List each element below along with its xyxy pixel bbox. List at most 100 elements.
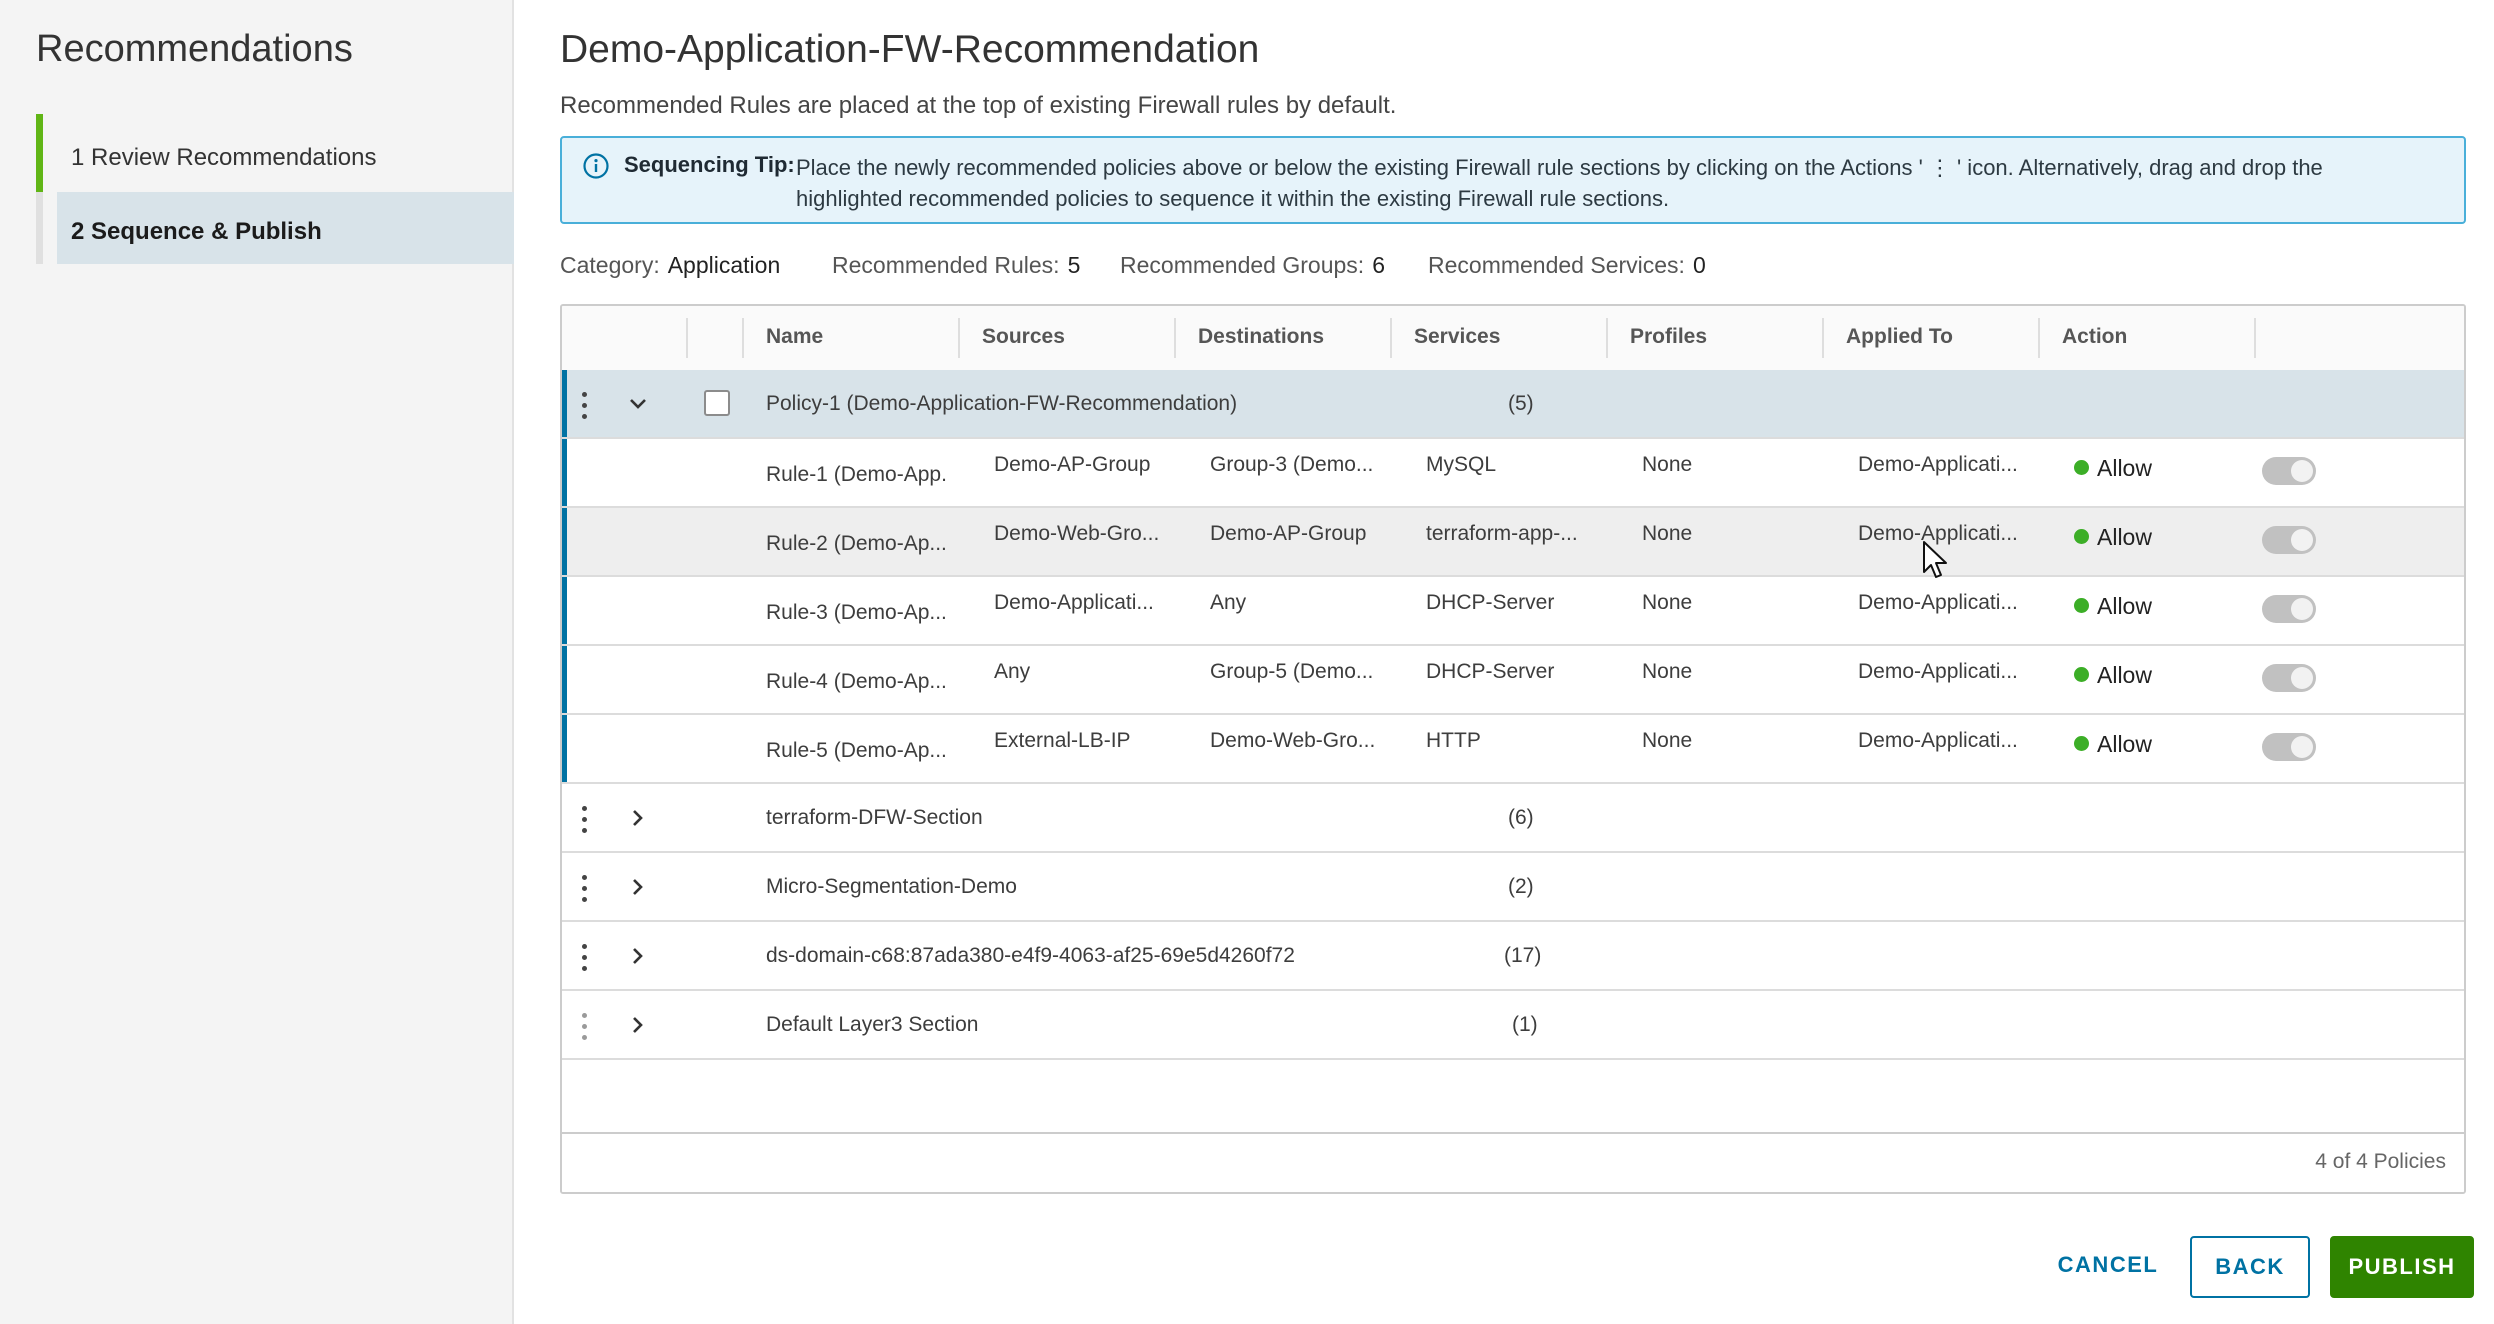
rule-sources[interactable]: Demo-AP-Group — [994, 453, 1174, 477]
rule-action[interactable]: Allow — [2074, 593, 2152, 620]
rule-action[interactable]: Allow — [2074, 524, 2152, 551]
section-row[interactable]: ds-domain-c68:87ada380-e4f9-4063-af25-69… — [562, 922, 2464, 991]
wizard-step-review[interactable]: 1 Review Recommendations — [36, 114, 512, 192]
policy-row-expanded[interactable]: Policy-1 (Demo-Application-FW-Recommenda… — [562, 370, 2464, 439]
rule-name: Rule-2 (Demo-Ap... — [766, 532, 946, 555]
page-title: Demo-Application-FW-Recommendation — [560, 28, 1260, 71]
rule-services[interactable]: MySQL — [1426, 453, 1606, 477]
cancel-button[interactable]: CANCEL — [2046, 1236, 2170, 1298]
kebab-menu-icon[interactable] — [582, 392, 588, 420]
rule-services[interactable]: terraform-app-... — [1426, 522, 1606, 546]
rule-applied-to[interactable]: Demo-Applicati... — [1858, 729, 2038, 753]
rule-services[interactable]: DHCP-Server — [1426, 591, 1606, 615]
rule-destinations[interactable]: Demo-Web-Gro... — [1210, 729, 1390, 753]
section-name: terraform-DFW-Section — [766, 806, 983, 829]
recommended-highlight-bar — [562, 370, 567, 437]
grid-header: Name Sources Destinations Services Profi… — [562, 306, 2464, 372]
column-header-services[interactable]: Services — [1414, 325, 1500, 349]
rule-applied-to[interactable]: Demo-Applicati... — [1858, 591, 2038, 615]
column-separator — [1822, 318, 1824, 358]
rule-action[interactable]: Allow — [2074, 455, 2152, 482]
recommended-highlight-bar — [562, 646, 567, 713]
rule-destinations[interactable]: Group-3 (Demo... — [1210, 453, 1390, 477]
column-separator — [1174, 318, 1176, 358]
allow-status-dot — [2074, 667, 2089, 683]
rule-sources[interactable]: Demo-Web-Gro... — [994, 522, 1174, 546]
section-rule-count: (6) — [1508, 806, 1534, 829]
tip-text: Place the newly recommended policies abo… — [796, 155, 2323, 211]
rule-name: Rule-1 (Demo-App... — [766, 463, 946, 486]
allow-status-dot — [2074, 460, 2089, 476]
chevron-right-icon[interactable] — [624, 1011, 652, 1039]
column-separator — [686, 318, 688, 358]
recommended-highlight-bar — [562, 577, 567, 644]
wizard-step-sequence-publish[interactable]: 2 Sequence & Publish — [36, 192, 514, 264]
rule-destinations[interactable]: Group-5 (Demo... — [1210, 660, 1390, 684]
kebab-menu-icon[interactable] — [582, 944, 588, 972]
rule-enable-toggle[interactable] — [2262, 526, 2316, 554]
column-header-applied-to[interactable]: Applied To — [1846, 325, 1953, 349]
rule-profiles: None — [1642, 729, 1693, 752]
kebab-menu-icon[interactable] — [582, 875, 588, 903]
column-separator — [742, 318, 744, 358]
chevron-down-icon[interactable] — [624, 390, 652, 418]
rule-enable-toggle[interactable] — [2262, 733, 2316, 761]
rule-enable-toggle[interactable] — [2262, 457, 2316, 485]
back-button[interactable]: BACK — [2190, 1236, 2310, 1298]
summary-services-label: Recommended Services: — [1428, 252, 1685, 278]
sidebar-title: Recommendations — [36, 28, 353, 70]
rule-applied-to[interactable]: Demo-Applicati... — [1858, 453, 2038, 477]
rule-enable-toggle[interactable] — [2262, 664, 2316, 692]
summary-groups-label: Recommended Groups: — [1120, 252, 1365, 278]
rule-sources[interactable]: Demo-Applicati... — [994, 591, 1174, 615]
rule-enable-toggle[interactable] — [2262, 595, 2316, 623]
column-header-destinations[interactable]: Destinations — [1198, 325, 1324, 349]
rule-name: Rule-4 (Demo-Ap... — [766, 670, 946, 693]
recommended-highlight-bar — [562, 715, 567, 782]
section-row[interactable]: Default Layer3 Section (1) — [562, 991, 2464, 1060]
summary-rules: Recommended Rules: 5 — [832, 252, 1080, 279]
rule-row[interactable]: Rule-1 (Demo-App... Demo-AP-Group Group-… — [562, 439, 2464, 508]
column-header-profiles[interactable]: Profiles — [1630, 325, 1707, 349]
column-header-sources[interactable]: Sources — [982, 325, 1065, 349]
summary-services: Recommended Services: 0 — [1428, 252, 1706, 279]
rule-action-label: Allow — [2097, 593, 2152, 619]
rule-destinations[interactable]: Demo-AP-Group — [1210, 522, 1390, 546]
rule-destinations[interactable]: Any — [1210, 591, 1390, 615]
summary-category: Category: Application — [560, 252, 780, 279]
rule-profiles: None — [1642, 591, 1693, 614]
rule-name: Rule-5 (Demo-Ap... — [766, 739, 946, 762]
column-separator — [1390, 318, 1392, 358]
rule-action-label: Allow — [2097, 524, 2152, 550]
tip-label: Sequencing Tip: — [624, 152, 795, 177]
rule-profiles: None — [1642, 522, 1693, 545]
chevron-right-icon[interactable] — [624, 942, 652, 970]
policy-rule-count: (5) — [1508, 392, 1534, 415]
column-header-name[interactable]: Name — [766, 325, 823, 349]
sequencing-tip-banner: Sequencing Tip: Place the newly recommen… — [560, 136, 2466, 224]
rule-applied-to[interactable]: Demo-Applicati... — [1858, 660, 2038, 684]
rule-action[interactable]: Allow — [2074, 731, 2152, 758]
page-subtitle: Recommended Rules are placed at the top … — [560, 92, 1397, 119]
rule-row[interactable]: Rule-4 (Demo-Ap... Any Group-5 (Demo... … — [562, 646, 2464, 715]
section-name: ds-domain-c68:87ada380-e4f9-4063-af25-69… — [766, 944, 1295, 967]
rule-sources[interactable]: External-LB-IP — [994, 729, 1174, 753]
rule-services[interactable]: DHCP-Server — [1426, 660, 1606, 684]
column-header-action[interactable]: Action — [2062, 325, 2127, 349]
column-separator — [1606, 318, 1608, 358]
rule-row[interactable]: Rule-2 (Demo-Ap... Demo-Web-Gro... Demo-… — [562, 508, 2464, 577]
policy-checkbox[interactable] — [704, 390, 730, 416]
wizard-sidebar: Recommendations 1 Review Recommendations… — [0, 0, 514, 1324]
rule-row[interactable]: Rule-5 (Demo-Ap... External-LB-IP Demo-W… — [562, 715, 2464, 784]
section-row[interactable]: terraform-DFW-Section (6) — [562, 784, 2464, 853]
rule-row[interactable]: Rule-3 (Demo-Ap... Demo-Applicati... Any… — [562, 577, 2464, 646]
section-row[interactable]: Micro-Segmentation-Demo (2) — [562, 853, 2464, 922]
kebab-menu-icon[interactable] — [582, 806, 588, 834]
chevron-right-icon[interactable] — [624, 873, 652, 901]
chevron-right-icon[interactable] — [624, 804, 652, 832]
publish-button[interactable]: PUBLISH — [2330, 1236, 2474, 1298]
rule-action[interactable]: Allow — [2074, 662, 2152, 689]
rule-services[interactable]: HTTP — [1426, 729, 1606, 753]
rule-sources[interactable]: Any — [994, 660, 1174, 684]
mouse-cursor-icon — [1923, 541, 1947, 578]
